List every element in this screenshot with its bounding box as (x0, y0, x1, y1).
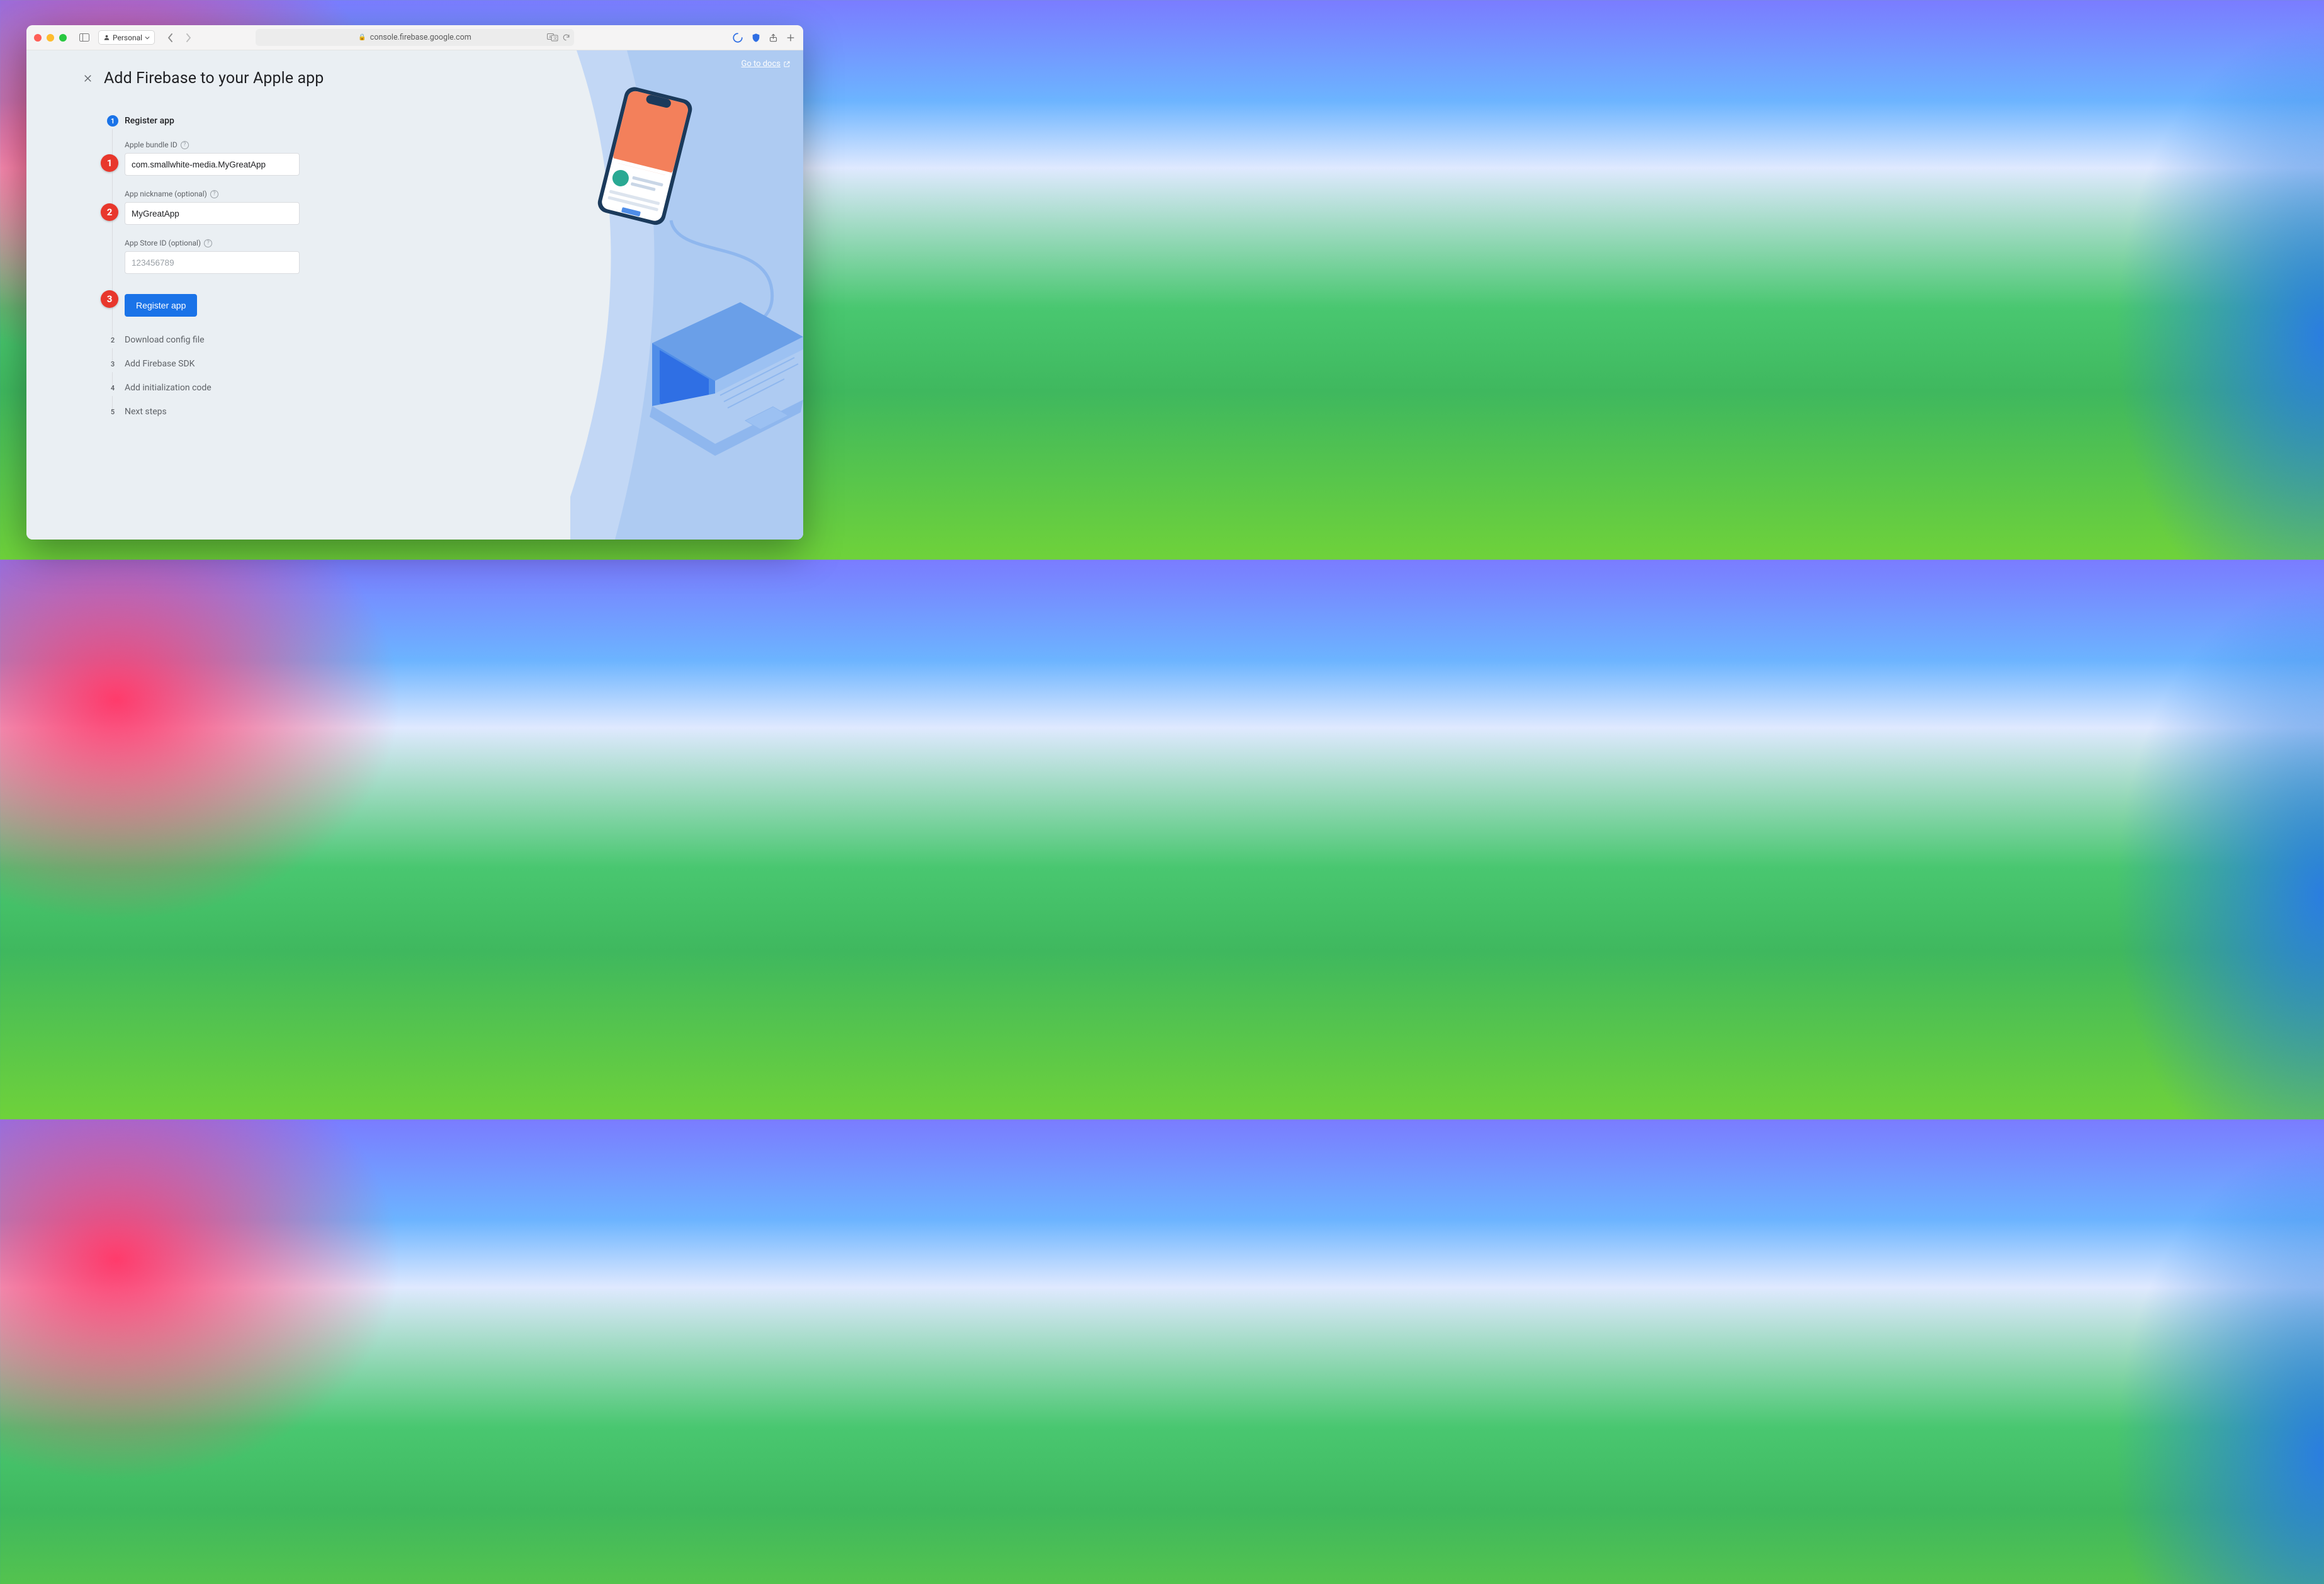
lock-icon: 🔒 (358, 34, 366, 41)
address-bar[interactable]: 🔒 console.firebase.google.com A文 (256, 29, 574, 46)
register-app-button[interactable]: Register app (125, 294, 197, 317)
annotation-3: 3 (101, 290, 118, 308)
svg-text:文: 文 (553, 36, 557, 41)
close-window-button[interactable] (34, 34, 42, 42)
step-register-app: 1 Register app 1 Apple bundle ID ? (107, 115, 524, 334)
step-badge-2: 2 (107, 334, 118, 346)
step-download-config[interactable]: 2 Download config file (107, 334, 524, 358)
external-link-icon (783, 60, 791, 68)
step-title-5: Next steps (125, 406, 524, 417)
address-bar-actions: A文 (547, 33, 570, 42)
app-store-label-row: App Store ID (optional) ? (125, 239, 524, 247)
address-text: console.firebase.google.com (370, 33, 471, 42)
docs-link-text: Go to docs (741, 59, 781, 69)
bundle-id-label-row: Apple bundle ID ? (125, 140, 524, 149)
close-button[interactable] (83, 74, 93, 83)
maximize-window-button[interactable] (59, 34, 67, 42)
step-badge-3: 3 (107, 358, 118, 370)
nickname-label: App nickname (optional) (125, 190, 207, 198)
field-bundle-id: 1 Apple bundle ID ? (125, 140, 524, 176)
step-add-sdk[interactable]: 3 Add Firebase SDK (107, 358, 524, 382)
loading-icon[interactable] (732, 32, 743, 43)
sidebar-toggle-button[interactable] (76, 30, 93, 45)
field-app-store-id: App Store ID (optional) ? (125, 239, 524, 274)
app-store-label: App Store ID (optional) (125, 239, 201, 247)
bundle-id-label: Apple bundle ID (125, 140, 178, 149)
translate-icon[interactable]: A文 (547, 33, 558, 42)
bundle-id-input[interactable] (125, 153, 300, 176)
nickname-input[interactable] (125, 202, 300, 225)
app-store-id-input[interactable] (125, 251, 300, 274)
browser-toolbar: Personal 🔒 console.firebase.google.com A… (26, 25, 803, 50)
step-1-body: 1 Apple bundle ID ? 2 App nickname (opti… (125, 140, 524, 317)
svg-text:A: A (549, 35, 551, 40)
profile-selector[interactable]: Personal (98, 30, 155, 45)
hero-illustration (570, 50, 803, 540)
toolbar-right (732, 32, 796, 43)
step-title-2: Download config file (125, 334, 524, 346)
page-title: Add Firebase to your Apple app (104, 69, 324, 88)
nav-arrows (162, 30, 196, 45)
safari-window: Personal 🔒 console.firebase.google.com A… (26, 25, 803, 540)
step-title-3: Add Firebase SDK (125, 358, 524, 370)
step-title-4: Add initialization code (125, 382, 524, 393)
reload-icon[interactable] (562, 33, 570, 42)
share-icon[interactable] (769, 32, 778, 43)
step-init-code[interactable]: 4 Add initialization code (107, 382, 524, 406)
field-nickname: 2 App nickname (optional) ? (125, 190, 524, 225)
step-badge-1: 1 (107, 115, 118, 127)
person-icon (103, 34, 110, 41)
minimize-window-button[interactable] (47, 34, 54, 42)
help-icon[interactable]: ? (181, 141, 189, 149)
main-panel: Add Firebase to your Apple app 1 Registe… (83, 69, 524, 430)
shield-icon[interactable] (751, 32, 761, 43)
forward-button[interactable] (180, 30, 196, 45)
back-button[interactable] (162, 30, 179, 45)
stepper: 1 Register app 1 Apple bundle ID ? (107, 115, 524, 430)
close-icon (83, 74, 93, 83)
annotation-2: 2 (101, 203, 118, 221)
profile-label: Personal (113, 33, 142, 42)
annotation-1: 1 (101, 154, 118, 172)
page-content: Go to docs (26, 50, 803, 540)
step-badge-4: 4 (107, 382, 118, 393)
window-controls (34, 34, 67, 42)
step-badge-5: 5 (107, 406, 118, 417)
step-next-steps[interactable]: 5 Next steps (107, 406, 524, 430)
help-icon[interactable]: ? (210, 190, 218, 198)
title-row: Add Firebase to your Apple app (83, 69, 524, 88)
nickname-label-row: App nickname (optional) ? (125, 190, 524, 198)
chevron-down-icon (145, 35, 150, 40)
step-title-1: Register app (125, 115, 524, 127)
register-row: 3 Register app (125, 288, 524, 317)
new-tab-icon[interactable] (786, 33, 796, 43)
help-icon[interactable]: ? (204, 239, 212, 247)
go-to-docs-link[interactable]: Go to docs (741, 59, 791, 69)
